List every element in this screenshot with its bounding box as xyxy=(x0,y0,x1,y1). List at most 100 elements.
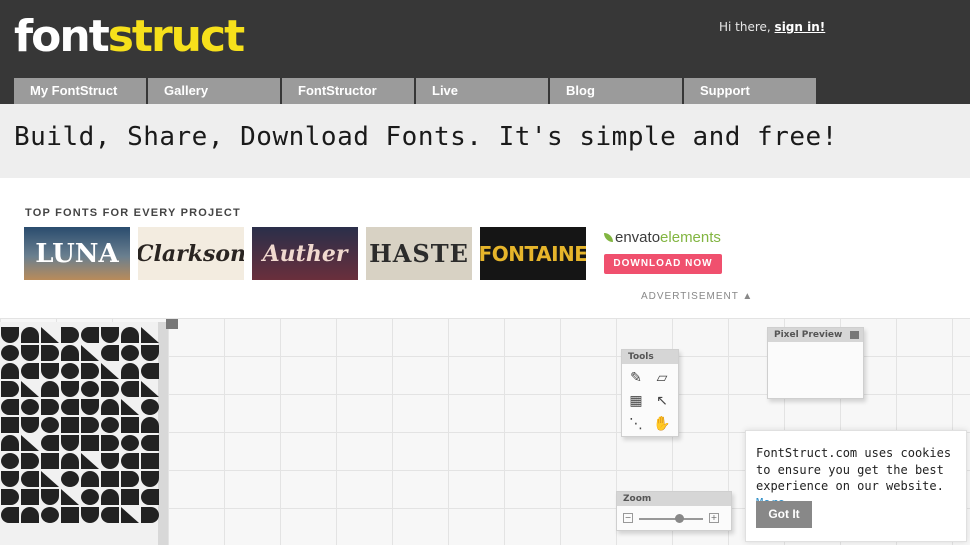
brick-shape[interactable] xyxy=(21,489,39,505)
palette-scroll-up-icon[interactable] xyxy=(166,319,178,329)
brick-shape[interactable] xyxy=(1,453,19,469)
advertisement-label[interactable]: ADVERTISEMENT ▲ xyxy=(641,291,753,302)
nav-tab-gallery[interactable]: Gallery xyxy=(148,78,280,104)
brick-shape[interactable] xyxy=(61,345,79,361)
brick-shape[interactable] xyxy=(41,507,59,523)
brick-shape[interactable] xyxy=(21,345,39,361)
brick-shape[interactable] xyxy=(1,363,19,379)
zoom-slider-handle[interactable] xyxy=(675,514,684,523)
brick-shape[interactable] xyxy=(1,327,19,343)
brick-shape[interactable] xyxy=(141,489,159,505)
brick-shape[interactable] xyxy=(61,363,79,379)
brick-shape[interactable] xyxy=(41,435,59,451)
hand-icon[interactable]: ✋ xyxy=(651,413,673,435)
brick-shape[interactable] xyxy=(121,399,139,415)
brick-shape[interactable] xyxy=(121,417,139,433)
cookie-got-it-button[interactable]: Got It xyxy=(756,501,812,528)
brick-shape[interactable] xyxy=(1,417,19,433)
zoom-out-button[interactable]: − xyxy=(623,513,633,523)
brick-shape[interactable] xyxy=(21,399,39,415)
brick-shape[interactable] xyxy=(1,381,19,397)
brick-shape[interactable] xyxy=(81,363,99,379)
brick-shape[interactable] xyxy=(61,471,79,487)
brick-shape[interactable] xyxy=(121,471,139,487)
brick-shape[interactable] xyxy=(141,381,159,397)
brick-shape[interactable] xyxy=(101,507,119,523)
brick-shape[interactable] xyxy=(121,381,139,397)
brick-shape[interactable] xyxy=(61,453,79,469)
brick-shape[interactable] xyxy=(81,345,99,361)
brick-shape[interactable] xyxy=(41,453,59,469)
brick-shape[interactable] xyxy=(141,345,159,361)
brick-shape[interactable] xyxy=(61,327,79,343)
brick-shape[interactable] xyxy=(81,327,99,343)
brick-shape[interactable] xyxy=(61,435,79,451)
brick-shape[interactable] xyxy=(81,381,99,397)
brick-shape[interactable] xyxy=(41,471,59,487)
zoom-slider-track[interactable] xyxy=(639,518,703,520)
brick-shape[interactable] xyxy=(101,489,119,505)
brick-shape[interactable] xyxy=(21,435,39,451)
brick-shape[interactable] xyxy=(41,489,59,505)
font-thumb-auther[interactable]: Auther xyxy=(252,227,358,280)
brick-shape[interactable] xyxy=(141,399,159,415)
brick-shape[interactable] xyxy=(21,453,39,469)
brick-shape[interactable] xyxy=(81,399,99,415)
line-tool-icon[interactable]: ⋱ xyxy=(625,413,647,435)
brick-shape[interactable] xyxy=(21,363,39,379)
fontstruct-logo[interactable]: font struct xyxy=(14,14,245,60)
brick-shape[interactable] xyxy=(21,327,39,343)
brick-shape[interactable] xyxy=(81,507,99,523)
zoom-in-button[interactable]: + xyxy=(709,513,719,523)
brick-shape[interactable] xyxy=(61,417,79,433)
brick-shape[interactable] xyxy=(141,417,159,433)
brick-shape[interactable] xyxy=(1,345,19,361)
brick-shape[interactable] xyxy=(1,507,19,523)
brick-shape[interactable] xyxy=(101,471,119,487)
brick-shape[interactable] xyxy=(141,507,159,523)
brick-shape[interactable] xyxy=(41,399,59,415)
brick-shape[interactable] xyxy=(61,381,79,397)
select-arrow-icon[interactable]: ↖ xyxy=(651,390,673,412)
brick-shape[interactable] xyxy=(41,327,59,343)
signin-link[interactable]: sign in! xyxy=(775,20,826,34)
brick-shape[interactable] xyxy=(121,363,139,379)
brick-shape[interactable] xyxy=(21,471,39,487)
brick-shape[interactable] xyxy=(101,363,119,379)
brick-shape[interactable] xyxy=(41,381,59,397)
brick-shape[interactable] xyxy=(101,381,119,397)
brick-shape[interactable] xyxy=(101,345,119,361)
close-icon[interactable] xyxy=(850,331,859,339)
brick-shape[interactable] xyxy=(101,327,119,343)
brick-shape[interactable] xyxy=(21,507,39,523)
brick-shape[interactable] xyxy=(41,363,59,379)
brick-shape[interactable] xyxy=(21,417,39,433)
brick-shape[interactable] xyxy=(41,345,59,361)
brick-shape[interactable] xyxy=(121,489,139,505)
brick-shape[interactable] xyxy=(141,471,159,487)
brick-shape[interactable] xyxy=(81,489,99,505)
font-thumb-haste[interactable]: HASTE xyxy=(366,227,472,280)
font-thumb-fontaine[interactable]: FONTAINE xyxy=(480,227,586,280)
nav-tab-support[interactable]: Support xyxy=(684,78,816,104)
brick-shape[interactable] xyxy=(81,417,99,433)
brick-shape[interactable] xyxy=(21,381,39,397)
brick-shape[interactable] xyxy=(1,435,19,451)
brick-shape[interactable] xyxy=(141,363,159,379)
eraser-icon[interactable]: ▱ xyxy=(651,367,673,389)
brick-shape[interactable] xyxy=(61,489,79,505)
brick-shape[interactable] xyxy=(101,417,119,433)
nav-tab-my-fontstruct[interactable]: My FontStruct xyxy=(14,78,146,104)
brick-shape[interactable] xyxy=(121,453,139,469)
nav-tab-blog[interactable]: Blog xyxy=(550,78,682,104)
grid-fill-icon[interactable]: ▦ xyxy=(625,390,647,412)
brick-shape[interactable] xyxy=(1,399,19,415)
brick-shape[interactable] xyxy=(121,507,139,523)
download-now-button[interactable]: DOWNLOAD NOW xyxy=(604,254,722,274)
brick-shape[interactable] xyxy=(101,435,119,451)
brick-shape[interactable] xyxy=(81,435,99,451)
envato-elements-logo[interactable]: envatoelements xyxy=(604,229,721,246)
nav-tab-fontstructor[interactable]: FontStructor xyxy=(282,78,414,104)
brick-shape[interactable] xyxy=(101,399,119,415)
brick-shape[interactable] xyxy=(121,345,139,361)
